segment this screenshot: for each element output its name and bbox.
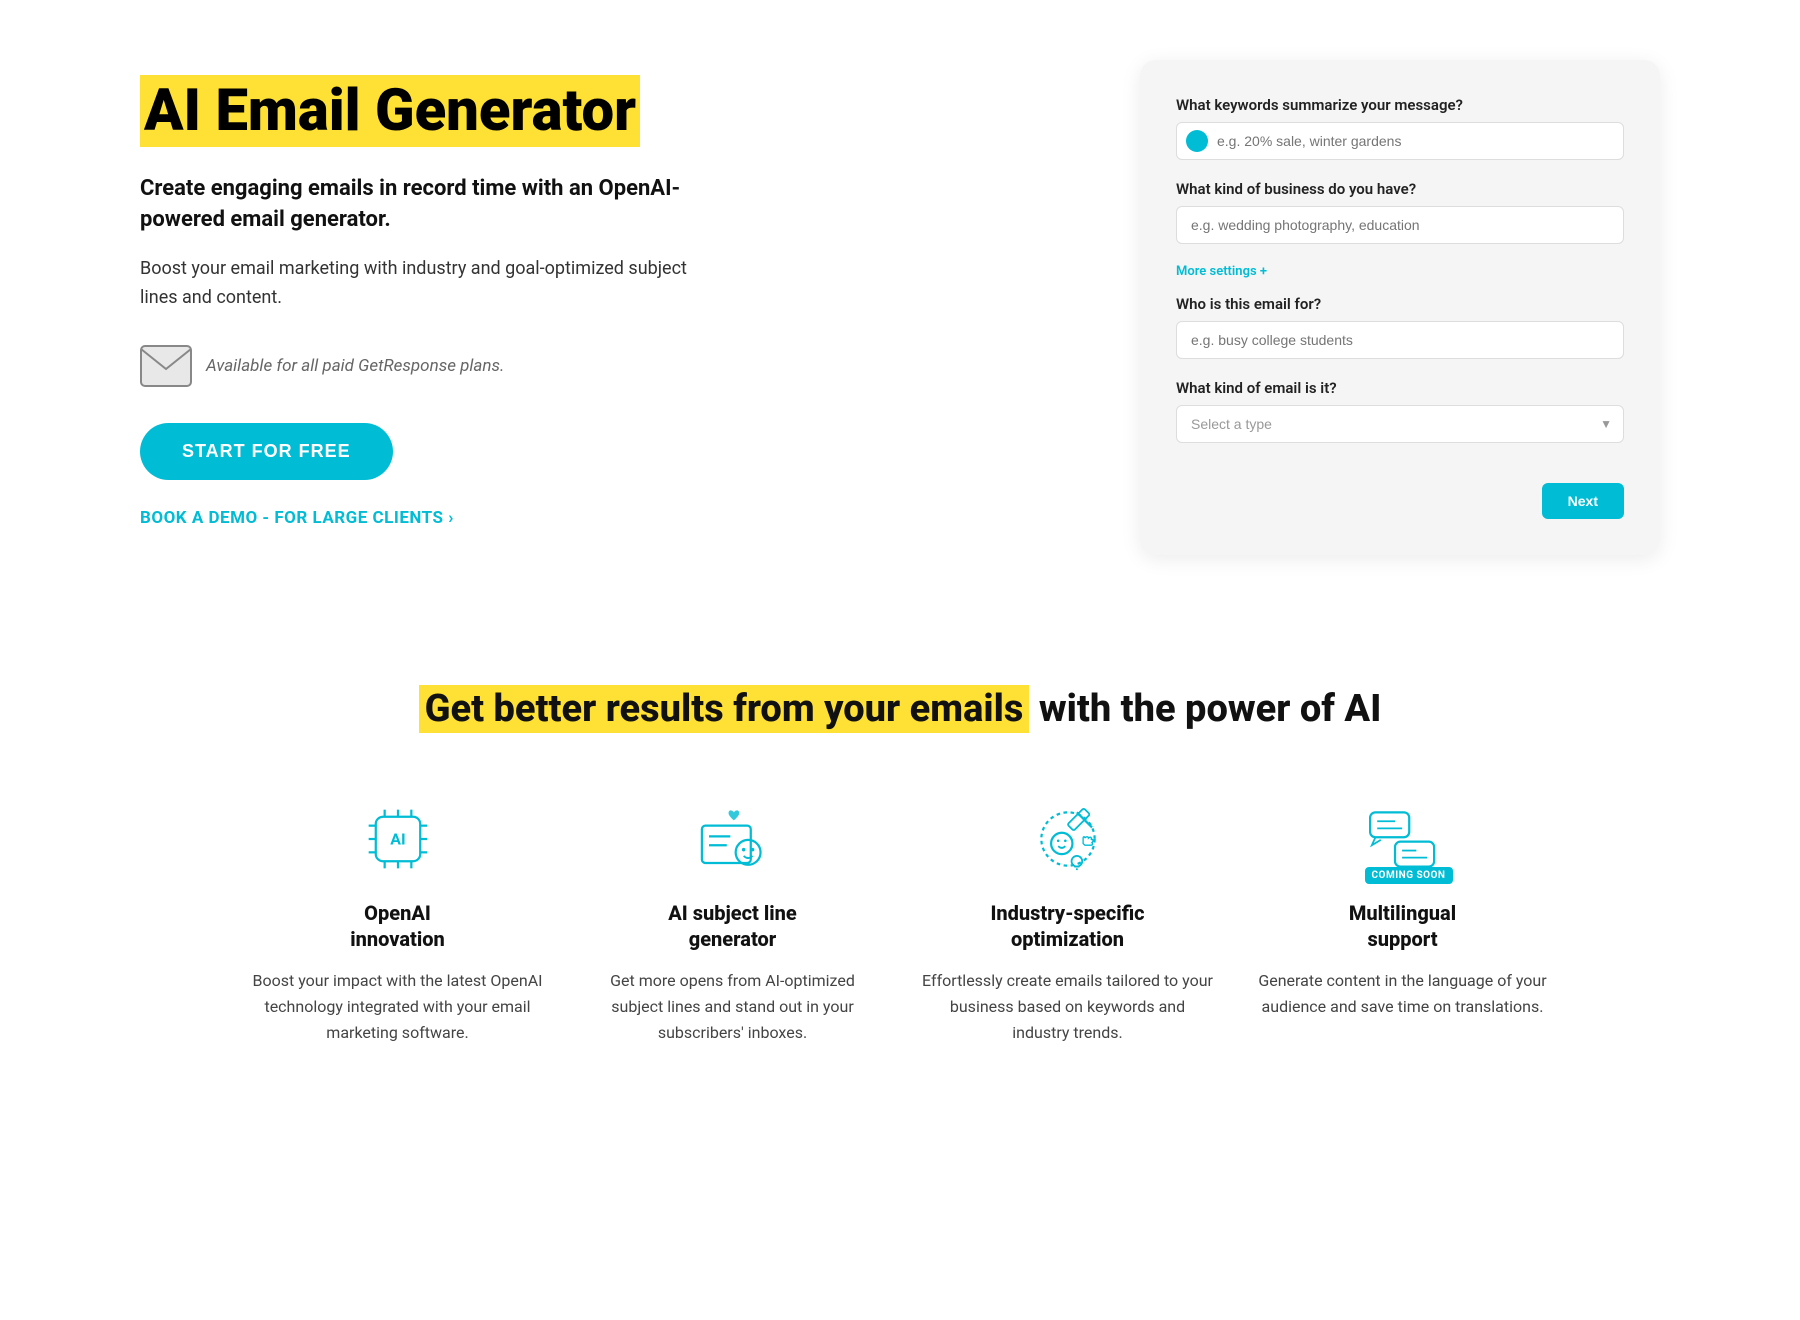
feature-industry: Industry-specificoptimization Effortless… [920,794,1215,1045]
business-label: What kind of business do you have? [1176,180,1624,198]
email-type-field: What kind of email is it? Select a type … [1176,379,1624,443]
multilingual-icon: COMING SOON [1353,794,1453,884]
industry-title: Industry-specificoptimization [990,900,1144,952]
results-title-rest: with the power of AI [1039,687,1382,731]
results-section: Get better results from your emails with… [0,615,1800,1125]
feature-subject: AI subject linegenerator Get more opens … [585,794,880,1045]
keywords-input-wrapper [1176,122,1624,160]
audience-input[interactable] [1176,321,1624,359]
business-field: What kind of business do you have? [1176,180,1624,244]
industry-icon [1018,794,1118,884]
next-button[interactable]: Next [1542,483,1624,519]
subject-icon [683,794,783,884]
openai-icon: AI [348,794,448,884]
openai-title: OpenAIinnovation [350,900,445,952]
hero-left: AI Email Generator Create engaging email… [140,60,720,528]
svg-text:AI: AI [390,830,405,849]
subject-title: AI subject linegenerator [668,900,797,952]
more-settings-link[interactable]: More settings + [1176,264,1624,279]
hero-title-highlight: AI Email Generator [140,75,640,147]
email-type-select[interactable]: Select a type [1176,405,1624,443]
business-input[interactable] [1176,206,1624,244]
openai-desc: Boost your impact with the latest OpenAI… [250,968,545,1045]
feature-multilingual: COMING SOON Multilingualsupport Generate… [1255,794,1550,1045]
keywords-label: What keywords summarize your message? [1176,96,1624,114]
keywords-field: What keywords summarize your message? [1176,96,1624,160]
hero-right: What keywords summarize your message? Wh… [1140,60,1660,555]
hero-title: AI Email Generator [140,80,720,144]
keywords-input[interactable] [1176,122,1624,160]
select-wrapper: Select a type ▼ [1176,405,1624,443]
keyword-dot [1186,130,1208,152]
features-grid: AI OpenAIinnovation Boost you [250,794,1550,1045]
multilingual-title: Multilingualsupport [1349,900,1456,952]
coming-soon-badge: COMING SOON [1365,867,1453,884]
hero-description: Boost your email marketing with industry… [140,255,720,313]
form-card: What keywords summarize your message? Wh… [1140,60,1660,555]
subject-desc: Get more opens from AI-optimized subject… [585,968,880,1045]
audience-field: Who is this email for? [1176,295,1624,359]
results-title: Get better results from your emails with… [140,685,1660,734]
hero-section: AI Email Generator Create engaging email… [0,0,1800,615]
feature-openai: AI OpenAIinnovation Boost you [250,794,545,1045]
email-type-label: What kind of email is it? [1176,379,1624,397]
available-text: Available for all paid GetResponse plans… [206,356,504,376]
results-title-highlight: Get better results from your emails [419,685,1030,733]
audience-label: Who is this email for? [1176,295,1624,313]
multilingual-desc: Generate content in the language of your… [1255,968,1550,1019]
book-demo-link[interactable]: BOOK A DEMO - FOR LARGE CLIENTS › [140,508,720,528]
available-badge: Available for all paid GetResponse plans… [140,345,720,387]
industry-desc: Effortlessly create emails tailored to y… [920,968,1215,1045]
hero-subtitle: Create engaging emails in record time wi… [140,174,720,236]
email-icon [140,345,192,387]
start-for-free-button[interactable]: START FOR FREE [140,423,393,480]
